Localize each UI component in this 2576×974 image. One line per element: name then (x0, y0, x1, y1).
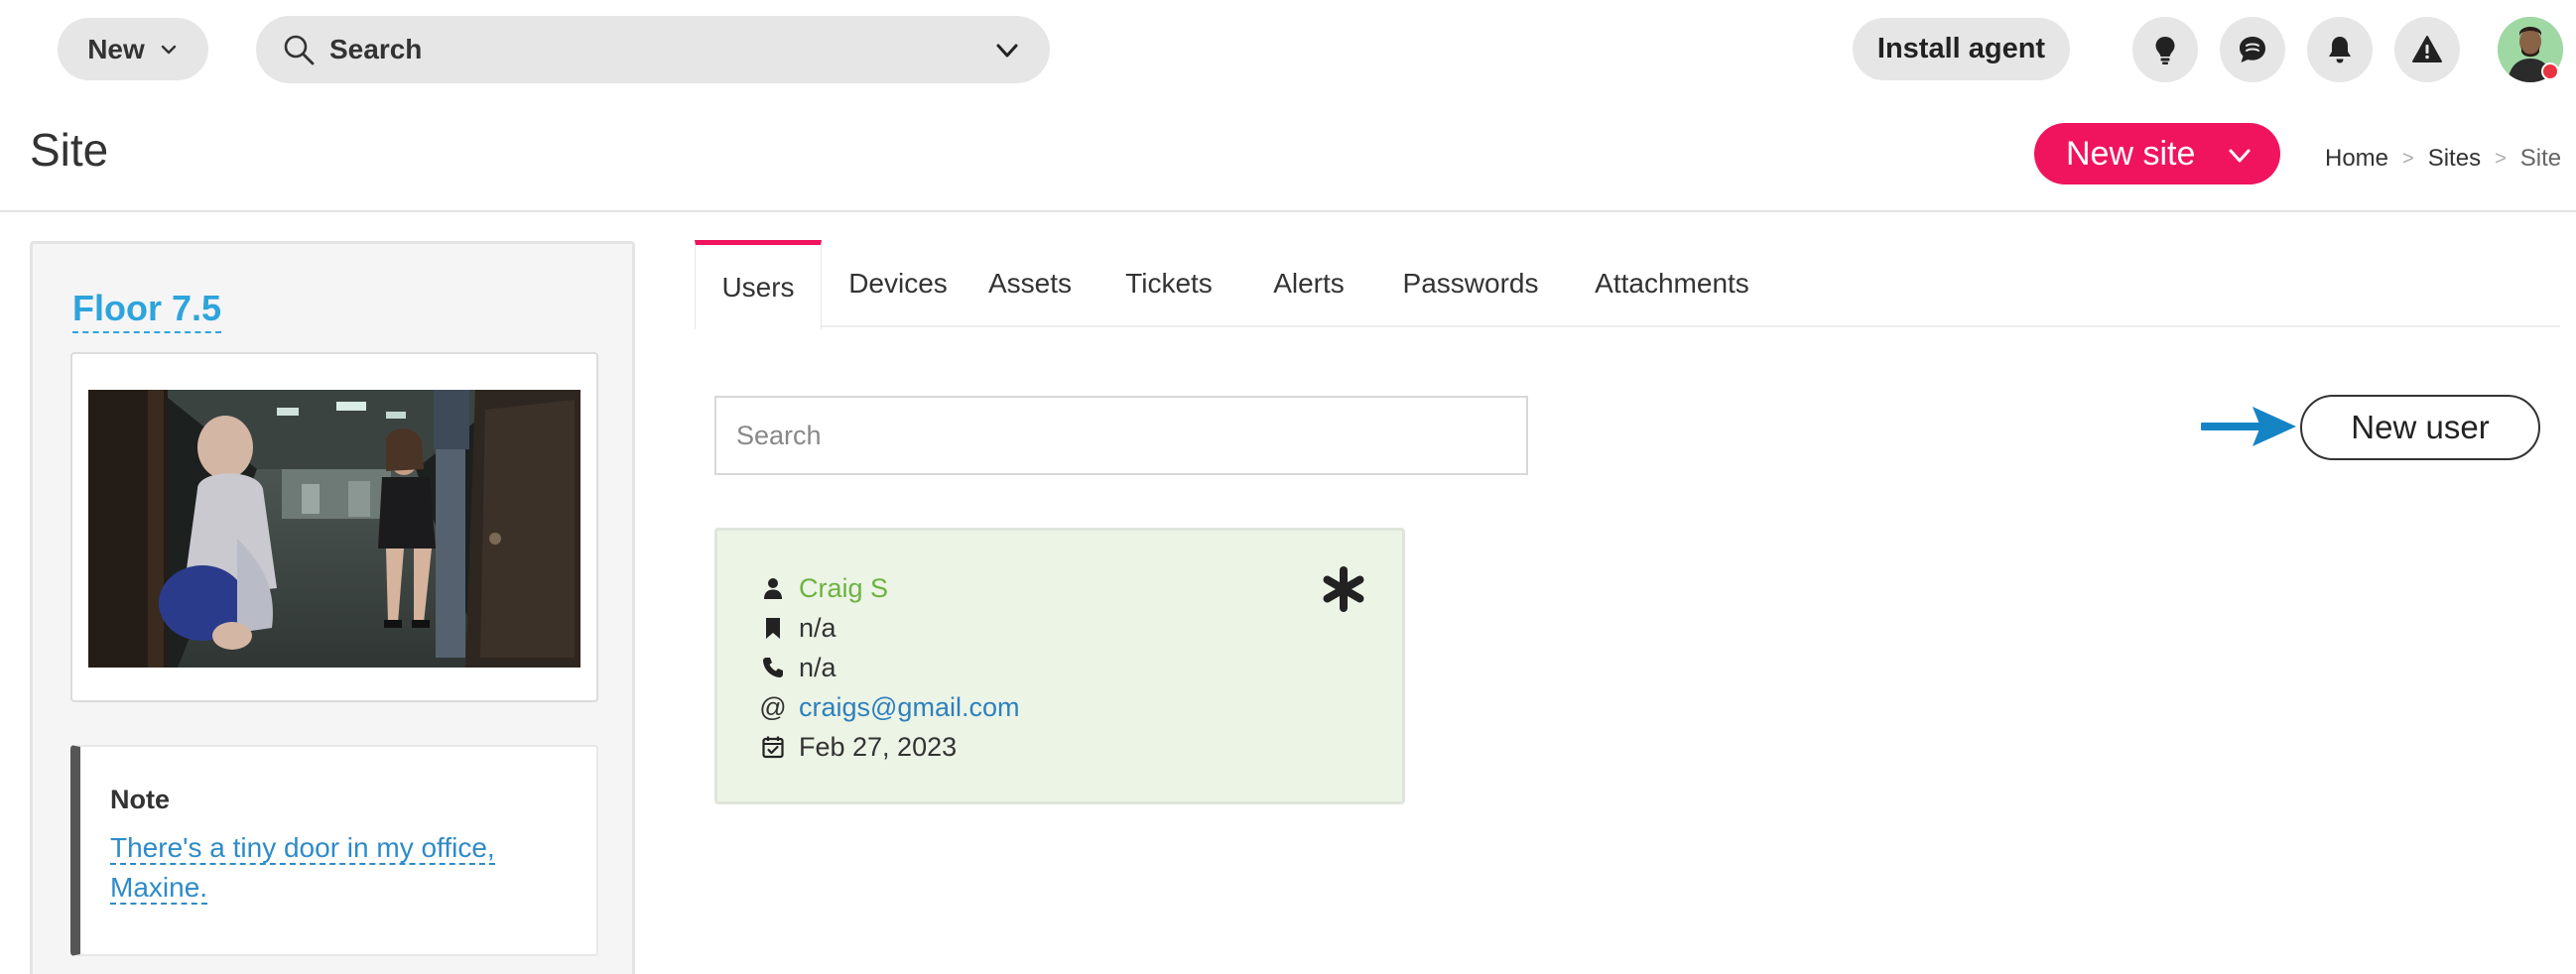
global-search[interactable]: Search (256, 16, 1050, 83)
user-date-row: Feb 27, 2023 (759, 727, 957, 767)
chat-icon (2240, 37, 2265, 62)
notifications-button[interactable] (2307, 17, 2373, 82)
tab-attachments[interactable]: Attachments (1568, 240, 1776, 327)
bookmark-icon (759, 614, 787, 642)
user-title-row: n/a (759, 608, 837, 648)
site-tabs: Users Devices Assets Tickets Alerts Pass… (695, 240, 2560, 329)
user-name[interactable]: Craig S (799, 573, 888, 604)
at-sign-icon: @ (759, 691, 787, 722)
chat-button[interactable] (2220, 17, 2285, 82)
tab-label: Assets (987, 268, 1073, 299)
page-title: Site (30, 124, 109, 176)
note-label: Note (110, 785, 170, 814)
tab-users[interactable]: Users (695, 240, 822, 329)
arrow-right-icon (2201, 407, 2296, 446)
breadcrumb-current: Site (2519, 145, 2562, 172)
tab-label: Alerts (1273, 268, 1345, 299)
new-user-button[interactable]: New user (2300, 395, 2540, 460)
site-details-panel: Floor 7.5 Note There's a tiny door in my… (30, 241, 635, 974)
breadcrumb-separator: > (2402, 147, 2414, 170)
calendar-check-icon (759, 733, 787, 761)
status-dot (2541, 62, 2559, 80)
breadcrumb-home[interactable]: Home (2325, 145, 2388, 173)
tab-devices[interactable]: Devices (834, 240, 963, 327)
bell-icon (2329, 37, 2351, 63)
user-email-row: @ craigs@gmail.com (759, 687, 1019, 727)
site-photo (88, 390, 580, 668)
tips-button[interactable] (2132, 17, 2198, 82)
user-search-input[interactable] (714, 396, 1528, 475)
chevron-down-icon[interactable] (994, 38, 1020, 63)
global-search-label: Search (329, 34, 423, 64)
new-site-label: New site (2066, 134, 2196, 173)
user-phone: n/a (799, 652, 837, 682)
site-name[interactable]: Floor 7.5 (72, 288, 222, 333)
office-scene-image (88, 390, 580, 668)
tab-label: Tickets (1125, 268, 1213, 299)
user-title: n/a (799, 612, 837, 643)
header-divider (0, 210, 2576, 212)
note-text[interactable]: There's a tiny door in my office, Maxine… (110, 828, 527, 908)
user-phone-row: n/a (759, 648, 837, 687)
person-icon (759, 574, 787, 602)
new-menu-label: New (87, 33, 145, 64)
asterisk-icon (1323, 566, 1364, 612)
site-image-card (70, 352, 598, 702)
new-menu-button[interactable]: New (58, 18, 208, 80)
search-icon (284, 35, 315, 65)
alerts-button[interactable] (2394, 17, 2460, 82)
breadcrumb-separator: > (2495, 147, 2507, 170)
chevron-down-icon (161, 45, 176, 54)
top-bar: New Search Install agent (0, 0, 2576, 99)
note-text-content[interactable]: There's a tiny door in my office, Maxine… (110, 832, 495, 905)
tab-tickets[interactable]: Tickets (1099, 240, 1238, 327)
tab-label: Devices (848, 268, 948, 299)
tab-assets[interactable]: Assets (970, 240, 1090, 327)
site-note-card: Note There's a tiny door in my office, M… (70, 745, 598, 956)
tab-label: Attachments (1595, 268, 1749, 299)
user-date: Feb 27, 2023 (799, 731, 958, 762)
breadcrumb-sites[interactable]: Sites (2428, 145, 2481, 173)
breadcrumb: Home > Sites > Site (2325, 145, 2561, 173)
lightbulb-icon (2155, 37, 2175, 64)
user-name-row: Craig S (759, 568, 888, 608)
install-agent-label: Install agent (1876, 33, 2046, 64)
new-user-label: New user (2351, 409, 2490, 445)
chevron-down-icon[interactable] (2227, 143, 2253, 169)
warning-icon (2412, 36, 2442, 62)
tab-label: Users (721, 271, 795, 303)
phone-icon (759, 654, 787, 681)
install-agent-button[interactable]: Install agent (1853, 18, 2070, 80)
tab-label: Passwords (1402, 268, 1539, 299)
user-email[interactable]: craigs@gmail.com (799, 692, 1019, 723)
new-site-button[interactable]: New site (2034, 123, 2280, 184)
tab-passwords[interactable]: Passwords (1381, 240, 1560, 327)
tab-alerts[interactable]: Alerts (1248, 240, 1369, 327)
user-card: Craig S n/a n/a @ craigs@gmail.com Feb 2… (714, 528, 1405, 804)
